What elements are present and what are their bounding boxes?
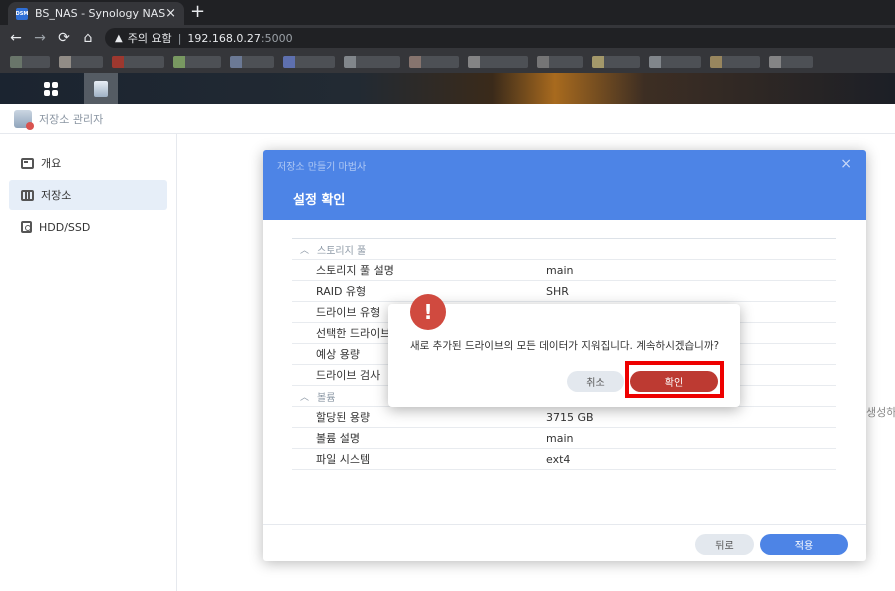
url-port: :5000 [260, 31, 293, 45]
home-icon[interactable]: ⌂ [76, 30, 100, 46]
close-icon[interactable]: × [840, 156, 852, 172]
apply-button[interactable]: 적용 [760, 534, 848, 555]
security-status[interactable]: 주의 요함 [128, 30, 172, 46]
wizard-footer: 뒤로 적용 [263, 524, 866, 561]
bookmark-item[interactable] [344, 56, 400, 68]
sidebar-item-label: 개요 [41, 157, 62, 170]
sidebar-item-hdd-ssd[interactable]: HDD/SSD [9, 212, 167, 242]
bookmark-item[interactable] [173, 56, 221, 68]
bookmark-item[interactable] [283, 56, 335, 68]
section-title: 볼륨 [317, 392, 336, 404]
warning-icon: ▲ [115, 32, 123, 44]
bookmark-item[interactable] [592, 56, 640, 68]
browser-tab-bar: DSM BS_NAS - Synology NAS × + [0, 0, 895, 25]
table-row: 볼륨 설명 main [292, 428, 836, 449]
wizard-title: 저장소 만들기 마법사 [277, 162, 367, 173]
confirm-message: 새로 추가된 드라이브의 모든 데이터가 지워집니다. 계속하시겠습니까? [410, 340, 720, 352]
warning-icon: ! [410, 294, 446, 330]
app-header: 저장소 관리자 [0, 104, 895, 134]
dsm-taskbar [0, 73, 895, 104]
dsm-favicon-icon: DSM [16, 7, 28, 20]
row-value: ext4 [546, 452, 571, 466]
bookmark-item[interactable] [59, 56, 103, 68]
back-button[interactable]: 뒤로 [695, 534, 754, 555]
reload-icon[interactable]: ⟳ [52, 30, 76, 46]
section-storage-pool[interactable]: ︿ 스토리지 풀 [292, 239, 836, 260]
row-key: 할당된 용량 [316, 411, 371, 424]
wizard-step-title: 설정 확인 [293, 193, 346, 208]
table-row: 파일 시스템 ext4 [292, 449, 836, 470]
cancel-button[interactable]: 취소 [567, 371, 624, 392]
storage-icon [21, 189, 34, 201]
bookmark-item[interactable] [537, 56, 583, 68]
row-key: 스토리지 풀 설명 [316, 264, 394, 277]
bookmark-item[interactable] [468, 56, 528, 68]
url-host: 192.168.0.27 [187, 31, 261, 45]
sidebar-item-label: 저장소 [41, 189, 72, 202]
bookmark-item[interactable] [769, 56, 813, 68]
wizard-header: 저장소 만들기 마법사 × 설정 확인 [263, 150, 866, 220]
url-input[interactable]: ▲ 주의 요함 | 192.168.0.27:5000 [105, 28, 895, 48]
highlight-annotation-box [625, 361, 724, 398]
bookmark-item[interactable] [649, 56, 701, 68]
table-row: 스토리지 풀 설명 main [292, 260, 836, 281]
table-row: RAID 유형 SHR [292, 281, 836, 302]
bookmark-item[interactable] [710, 56, 760, 68]
forward-icon[interactable]: → [28, 30, 52, 46]
sidebar-item-label: HDD/SSD [39, 220, 91, 234]
app-title: 저장소 관리자 [39, 112, 104, 126]
row-value: 3715 GB [546, 410, 594, 424]
address-bar: ← → ⟳ ⌂ ▲ 주의 요함 | 192.168.0.27:5000 [0, 25, 895, 51]
sidebar: 개요 저장소 HDD/SSD [0, 134, 177, 591]
url-separator: | [177, 31, 182, 45]
main-menu-icon [44, 81, 58, 96]
storage-manager-taskbar-button[interactable] [84, 73, 118, 104]
browser-tab[interactable]: DSM BS_NAS - Synology NAS × [8, 2, 184, 25]
sidebar-item-storage[interactable]: 저장소 [9, 180, 167, 210]
row-value: main [546, 431, 574, 445]
chevron-up-icon: ︿ [300, 392, 310, 403]
row-key: 볼륨 설명 [316, 432, 360, 445]
bookmark-item[interactable] [409, 56, 459, 68]
bookmark-item[interactable] [230, 56, 274, 68]
row-value: SHR [546, 284, 569, 298]
table-row: 할당된 용량 3715 GB [292, 407, 836, 428]
bookmark-item[interactable] [10, 56, 50, 68]
row-key: 파일 시스템 [316, 453, 371, 466]
bookmark-item[interactable] [112, 56, 164, 68]
tab-title: BS_NAS - Synology NAS [35, 7, 166, 20]
main-menu-button[interactable] [34, 73, 68, 104]
background-truncated-text: 생성하 [866, 406, 895, 419]
sidebar-item-overview[interactable]: 개요 [9, 148, 167, 178]
overview-icon [21, 157, 34, 169]
bookmarks-bar [0, 51, 895, 73]
storage-manager-icon [94, 80, 108, 97]
new-tab-icon[interactable]: + [190, 2, 205, 22]
storage-manager-app-icon [14, 109, 34, 130]
section-title: 스토리지 풀 [317, 245, 367, 257]
chevron-up-icon: ︿ [300, 245, 310, 256]
row-value: main [546, 263, 574, 277]
back-icon[interactable]: ← [4, 30, 28, 46]
hdd-icon [21, 221, 32, 233]
tab-close-icon[interactable]: × [165, 6, 176, 21]
